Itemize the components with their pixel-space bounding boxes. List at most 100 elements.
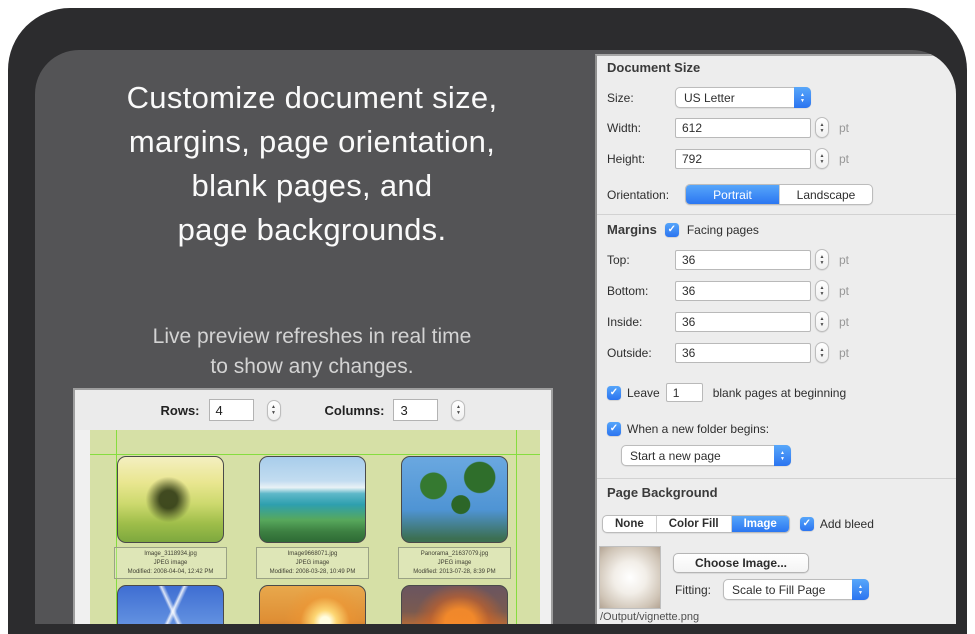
stepper-down-icon[interactable]: ▼ — [820, 353, 825, 359]
stepper-down-icon[interactable]: ▼ — [820, 128, 825, 134]
margin-inside-unit: pt — [839, 315, 849, 329]
headline-line: page backgrounds. — [47, 208, 577, 252]
margin-bottom-stepper[interactable]: ▲▼ — [815, 280, 829, 301]
height-label: Height: — [607, 152, 675, 166]
margin-outside-stepper[interactable]: ▲▼ — [815, 342, 829, 363]
columns-stepper[interactable]: ▲▼ — [451, 400, 465, 421]
columns-label: Columns: — [325, 403, 385, 418]
leave-blank-pages-checkbox[interactable]: ✓ — [607, 386, 621, 400]
width-label: Width: — [607, 121, 675, 135]
page-background-mode-row: None Color Fill Image ✓ Add bleed — [602, 515, 948, 533]
blank-pages-count-input[interactable]: 1 — [666, 383, 703, 402]
margin-inside-row: Inside: 36 ▲▼ pt — [607, 311, 948, 332]
margins-header-row: Margins ✓ Facing pages — [607, 222, 948, 237]
margins-title: Margins — [607, 222, 657, 237]
stepper-down-icon[interactable]: ▼ — [271, 410, 276, 416]
margin-top-input[interactable]: 36 — [675, 250, 811, 270]
document-page-preview: Image_3118934.jpg JPEG image Modified: 2… — [90, 430, 540, 624]
rows-input[interactable]: 4 — [209, 399, 254, 421]
headline-line: Customize document size, — [47, 76, 577, 120]
stepper-down-icon[interactable]: ▼ — [820, 291, 825, 297]
background-none-button[interactable]: None — [603, 516, 656, 532]
margin-top-stepper[interactable]: ▲▼ — [815, 249, 829, 270]
width-row: Width: 612 ▲▼ pt — [607, 117, 948, 138]
photo-modified: Modified: 2013-07-28, 8:39 PM — [399, 568, 510, 577]
height-stepper[interactable]: ▲▼ — [815, 148, 829, 169]
margin-bottom-unit: pt — [839, 284, 849, 298]
margin-inside-input[interactable]: 36 — [675, 312, 811, 332]
photo-filename: Panorama_21637079.jpg — [399, 550, 510, 559]
margin-guide-right — [516, 430, 517, 624]
checkmark-icon: ✓ — [803, 519, 811, 529]
photo-thumbnail-beach — [259, 456, 366, 543]
width-input[interactable]: 612 — [675, 118, 811, 138]
photo-type: JPEG image — [257, 559, 368, 568]
stepper-down-icon[interactable]: ▼ — [456, 410, 461, 416]
photo-thumbnail-clouds — [401, 585, 508, 624]
photo-modified: Modified: 2008-04-04, 12:42 PM — [115, 568, 226, 577]
photo-caption: Image_3118934.jpg JPEG image Modified: 2… — [114, 547, 227, 579]
background-color-fill-button[interactable]: Color Fill — [656, 516, 731, 532]
leave-blank-pages-row: ✓ Leave 1 blank pages at beginning — [607, 383, 948, 402]
size-select[interactable]: US Letter ▲▼ — [675, 87, 811, 108]
photo-thumbnail-palms — [401, 456, 508, 543]
chevron-up-down-icon: ▲▼ — [774, 445, 791, 466]
blank-pages-suffix-label: blank pages at beginning — [713, 386, 846, 400]
app-screen: Customize document size, margins, page o… — [35, 50, 956, 624]
background-image-path: /Output/vignette.png — [600, 611, 699, 623]
margin-top-unit: pt — [839, 253, 849, 267]
leave-label: Leave — [627, 386, 660, 400]
new-folder-action-row: Start a new page ▲▼ — [621, 445, 948, 466]
margin-top-row: Top: 36 ▲▼ pt — [607, 249, 948, 270]
margin-inside-stepper[interactable]: ▲▼ — [815, 311, 829, 332]
columns-input[interactable]: 3 — [393, 399, 438, 421]
live-preview-window: Rows: 4 ▲▼ Columns: 3 ▲▼ Image_31189 — [73, 388, 553, 624]
orientation-row: Orientation: Portrait Landscape — [607, 184, 948, 205]
background-image-button[interactable]: Image — [731, 516, 789, 532]
height-input[interactable]: 792 — [675, 149, 811, 169]
orientation-landscape-button[interactable]: Landscape — [779, 185, 872, 204]
fitting-select[interactable]: Scale to Fill Page ▲▼ — [723, 579, 869, 600]
settings-panel: Document Size Size: US Letter ▲▼ Width: … — [595, 54, 956, 624]
subheadline-line: to show any changes. — [47, 352, 577, 382]
new-folder-row: ✓ When a new folder begins: — [607, 422, 948, 436]
headline-line: blank pages, and — [47, 164, 577, 208]
margin-outside-row: Outside: 36 ▲▼ pt — [607, 342, 948, 363]
photo-filename: Image_3118934.jpg — [115, 550, 226, 559]
stepper-down-icon[interactable]: ▼ — [820, 260, 825, 266]
stepper-down-icon[interactable]: ▼ — [820, 159, 825, 165]
chevron-up-down-icon: ▲▼ — [852, 579, 869, 600]
facing-pages-label: Facing pages — [687, 223, 759, 237]
margin-bottom-label: Bottom: — [607, 284, 675, 298]
photo-type: JPEG image — [115, 559, 226, 568]
photo-thumbnail-sunset — [259, 585, 366, 624]
new-folder-action-select[interactable]: Start a new page ▲▼ — [621, 445, 791, 466]
facing-pages-checkbox[interactable]: ✓ — [665, 223, 679, 237]
section-divider — [597, 214, 956, 215]
rows-label: Rows: — [161, 403, 200, 418]
orientation-portrait-button[interactable]: Portrait — [686, 185, 779, 204]
new-folder-checkbox[interactable]: ✓ — [607, 422, 621, 436]
photo-thumbnail-sky — [117, 585, 224, 624]
device-bezel: Customize document size, margins, page o… — [8, 8, 967, 634]
margin-outside-unit: pt — [839, 346, 849, 360]
background-image-thumbnail — [599, 546, 661, 609]
choose-image-button[interactable]: Choose Image... — [673, 553, 809, 573]
size-label: Size: — [607, 91, 675, 105]
height-row: Height: 792 ▲▼ pt — [607, 148, 948, 169]
add-bleed-checkbox[interactable]: ✓ — [800, 517, 814, 531]
photo-caption: Image9668071.jpg JPEG image Modified: 20… — [256, 547, 369, 579]
photo-modified: Modified: 2008-03-28, 10:49 PM — [257, 568, 368, 577]
photo-cell: Panorama_21637079.jpg JPEG image Modifie… — [401, 456, 508, 624]
stepper-down-icon[interactable]: ▼ — [820, 322, 825, 328]
photo-caption: Panorama_21637079.jpg JPEG image Modifie… — [398, 547, 511, 579]
margin-bottom-input[interactable]: 36 — [675, 281, 811, 301]
headline-line: margins, page orientation, — [47, 120, 577, 164]
width-unit: pt — [839, 121, 849, 135]
document-size-title: Document Size — [607, 60, 948, 75]
rows-stepper[interactable]: ▲▼ — [267, 400, 281, 421]
width-stepper[interactable]: ▲▼ — [815, 117, 829, 138]
margin-outside-input[interactable]: 36 — [675, 343, 811, 363]
size-row: Size: US Letter ▲▼ — [607, 87, 948, 108]
preview-toolbar: Rows: 4 ▲▼ Columns: 3 ▲▼ — [75, 390, 551, 430]
